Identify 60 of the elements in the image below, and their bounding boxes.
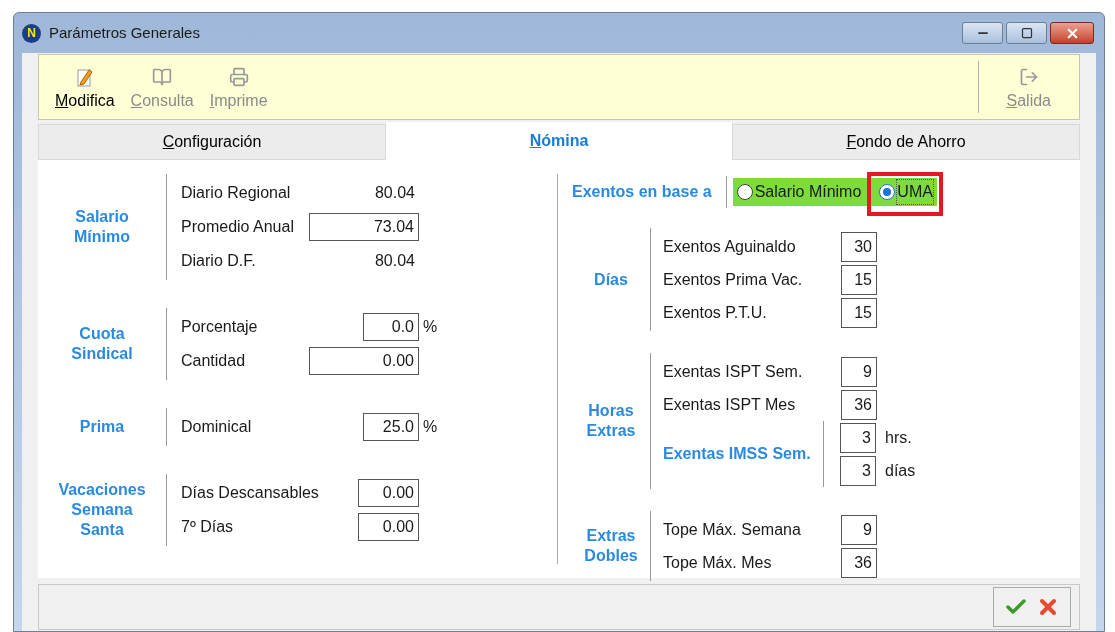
number-field[interactable]: 0.00 bbox=[309, 347, 419, 375]
field-label: Tope Máx. Semana bbox=[663, 519, 802, 540]
number-field[interactable]: 9 bbox=[841, 356, 877, 387]
field-label: Días Descansables bbox=[181, 483, 319, 503]
group-title: Horas Extras bbox=[585, 401, 637, 441]
number-field[interactable]: 0.00 bbox=[358, 513, 419, 541]
unit-label: % bbox=[423, 417, 438, 437]
field-label: Porcentaje bbox=[181, 317, 258, 337]
group-title: Días bbox=[593, 269, 629, 290]
radio-option[interactable]: UMA bbox=[875, 180, 937, 204]
app-logo: N bbox=[22, 23, 41, 43]
tab[interactable]: Configuración bbox=[38, 124, 386, 160]
unit-label: hrs. bbox=[885, 427, 912, 448]
tab[interactable]: Nómina bbox=[386, 122, 732, 160]
number-field[interactable]: 15 bbox=[841, 297, 877, 328]
number-field[interactable]: 36 bbox=[841, 389, 877, 420]
field-label: Exentas ISPT Mes bbox=[663, 394, 797, 415]
radio-option[interactable]: Salario Mínimo bbox=[732, 180, 866, 204]
field-label: Exentos P.T.U. bbox=[663, 302, 768, 323]
subgroup-title: Exentas IMSS Sem. bbox=[663, 444, 812, 464]
unit-label: % bbox=[423, 317, 438, 337]
field-label: Cantidad bbox=[181, 351, 246, 371]
field-label: Tope Máx. Mes bbox=[663, 552, 773, 573]
number-field[interactable]: 3 bbox=[840, 422, 876, 453]
number-field[interactable]: 9 bbox=[841, 514, 877, 545]
field-label: Exentos Aguinaldo bbox=[663, 236, 797, 257]
group-title: Salario Mínimo bbox=[73, 207, 131, 247]
number-field[interactable]: 15 bbox=[841, 264, 877, 295]
window-title: Parámetros Generales bbox=[49, 22, 200, 43]
maximize-icon bbox=[1020, 27, 1033, 39]
close-button[interactable] bbox=[1050, 22, 1094, 44]
group-title: Extras Dobles bbox=[583, 526, 639, 566]
number-field[interactable]: 30 bbox=[841, 231, 877, 262]
field-label: Diario D.F. bbox=[181, 251, 256, 271]
field-label: Diario Regional bbox=[181, 183, 291, 203]
number-field[interactable]: 0.00 bbox=[358, 479, 419, 507]
number-field[interactable]: 73.04 bbox=[309, 213, 419, 241]
printer-icon bbox=[228, 67, 249, 87]
number-field[interactable]: 36 bbox=[841, 547, 877, 578]
door-exit-icon bbox=[1018, 67, 1039, 87]
field-label: Promedio Anual bbox=[181, 217, 294, 237]
book-icon bbox=[152, 67, 173, 87]
unit-label: días bbox=[885, 460, 916, 481]
group-title: Prima bbox=[78, 417, 126, 437]
number-field[interactable]: 3 bbox=[840, 455, 876, 486]
number-field[interactable]: 25.0 bbox=[363, 413, 419, 441]
value-text: 80.04 bbox=[373, 183, 416, 203]
field-label: 7º Días bbox=[181, 517, 234, 537]
value-text: 80.04 bbox=[373, 251, 416, 271]
tab[interactable]: Fondo de Ahorro bbox=[732, 124, 1080, 160]
field-label: Exentos Prima Vac. bbox=[663, 269, 804, 290]
toolbar-button[interactable]: Modifica bbox=[47, 63, 123, 111]
maximize-button[interactable] bbox=[1006, 22, 1047, 44]
field-label: Exentas ISPT Sem. bbox=[663, 361, 804, 382]
field-label: Dominical bbox=[181, 417, 252, 437]
number-field[interactable]: 0.0 bbox=[363, 313, 419, 341]
exentos-label: Exentos en base a bbox=[572, 182, 713, 202]
group-title: Cuota Sindical bbox=[70, 324, 134, 364]
group-title: Vacaciones Semana Santa bbox=[57, 480, 147, 540]
pencil-note-icon bbox=[75, 67, 94, 87]
